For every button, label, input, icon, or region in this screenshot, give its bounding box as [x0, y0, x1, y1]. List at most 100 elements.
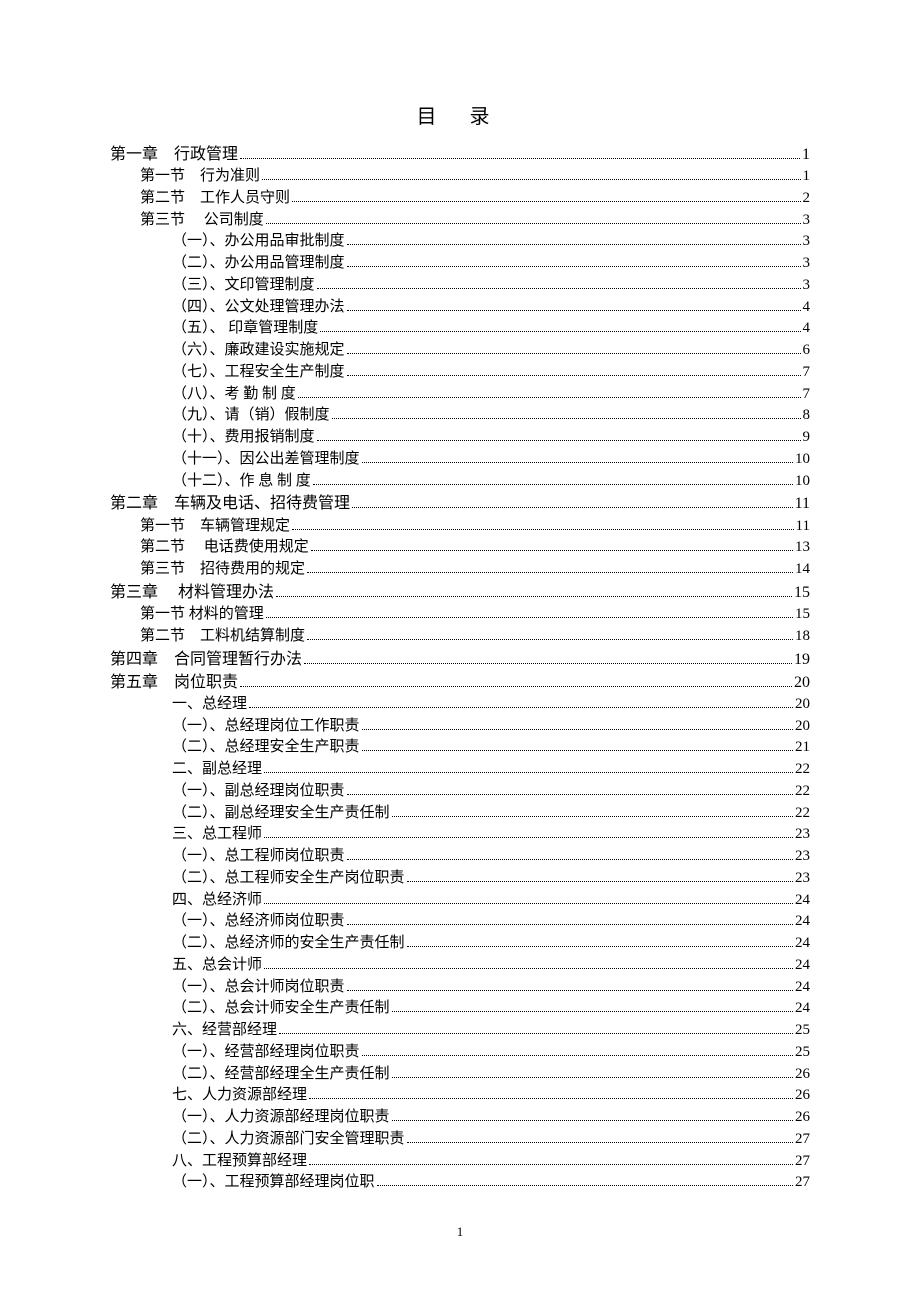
toc-entry: （二）、总经济师的安全生产责任制24: [110, 933, 810, 955]
toc-entry-label: （一）、经营部经理岗位职责: [172, 1042, 360, 1064]
toc-entry-label: 一、总经理: [172, 694, 247, 716]
toc-entry: （五）、 印章管理制度4: [110, 318, 810, 340]
toc-entry-label: （一）、总会计师岗位职责: [172, 977, 345, 999]
toc-entry-label: 二、副总经理: [172, 759, 262, 781]
toc-entry: 第一章 行政管理1: [110, 143, 810, 166]
toc-entry-label: 第四章 合同管理暂行办法: [110, 648, 302, 671]
toc-leader-dots: [264, 761, 793, 773]
toc-entry-label: 第一节 材料的管理: [140, 604, 264, 626]
toc-entry-page: 7: [803, 362, 811, 384]
toc-entry: 第一节 材料的管理15: [110, 604, 810, 626]
toc-entry: （二）、总工程师安全生产岗位职责 23: [110, 868, 810, 890]
toc-entry: 四、总经济师24: [110, 890, 810, 912]
toc-entry: 八、工程预算部经理 27: [110, 1151, 810, 1173]
toc-title: 目 录: [110, 100, 810, 129]
toc-entry-page: 1: [802, 143, 810, 166]
toc-entry: （一）、副总经理岗位职责22: [110, 781, 810, 803]
toc-entry-page: 27: [795, 1129, 810, 1151]
toc-entry-page: 7: [803, 384, 811, 406]
toc-leader-dots: [347, 364, 801, 376]
toc-entry-label: 第五章 岗位职责: [110, 671, 238, 694]
toc-entry: 第三章 材料管理办法15: [110, 581, 810, 604]
toc-entry-label: （十二）、作 息 制 度: [172, 471, 311, 493]
toc-leader-dots: [240, 146, 800, 159]
toc-leader-dots: [362, 739, 793, 751]
toc-leader-dots: [240, 674, 792, 687]
toc-entry-label: （二）、总经济师的安全生产责任制: [172, 933, 405, 955]
toc-entry-label: （二）、经营部经理全生产责任制: [172, 1064, 390, 1086]
toc-leader-dots: [304, 651, 792, 664]
toc-entry: （一）、人力资源部经理岗位职责26: [110, 1107, 810, 1129]
toc-entry-page: 20: [794, 671, 810, 694]
toc-entry-label: （八）、考 勤 制 度: [172, 384, 296, 406]
toc-entry-label: （一）、总经济师岗位职责: [172, 911, 345, 933]
toc-entry-label: 三、总工程师: [172, 824, 262, 846]
toc-leader-dots: [362, 718, 793, 730]
toc-entry-label: （十）、费用报销制度: [172, 427, 315, 449]
toc-entry-label: （二）、总工程师安全生产岗位职责: [172, 868, 405, 890]
toc-entry-label: （七）、工程安全生产制度: [172, 362, 345, 384]
toc-entry-page: 23: [795, 868, 810, 890]
toc-entry-page: 3: [803, 210, 811, 232]
toc-entry-label: 第三节 公司制度: [140, 210, 264, 232]
toc-entry-label: （九）、请（销）假制度: [172, 405, 330, 427]
toc-entry: 第二章 车辆及电话、招待费管理11: [110, 492, 810, 515]
toc-leader-dots: [264, 957, 793, 969]
toc-entry-label: 第二节 电话费使用规定: [140, 537, 309, 559]
toc-entry-page: 20: [795, 716, 810, 738]
toc-entry-page: 24: [795, 977, 810, 999]
toc-leader-dots: [352, 496, 793, 509]
toc-entry-page: 10: [795, 449, 810, 471]
toc-entry: 第四章 合同管理暂行办法19: [110, 648, 810, 671]
toc-entry-page: 27: [795, 1151, 810, 1173]
toc-leader-dots: [317, 429, 801, 441]
toc-entry: （二）、人力资源部门安全管理职责 27: [110, 1129, 810, 1151]
toc-entry: 三、总工程师 23: [110, 824, 810, 846]
toc-entry-page: 24: [795, 955, 810, 977]
toc-entry-page: 6: [803, 340, 811, 362]
toc-entry-page: 3: [803, 253, 811, 275]
toc-leader-dots: [262, 168, 800, 180]
toc-entry: 二、副总经理22: [110, 759, 810, 781]
toc-entry: （三）、文印管理制度3: [110, 275, 810, 297]
toc-entry-label: 四、总经济师: [172, 890, 262, 912]
toc-entry: （二）、经营部经理全生产责任制26: [110, 1064, 810, 1086]
toc-entry: （一）、总经理岗位工作职责20: [110, 716, 810, 738]
toc-entry: （十一）、因公出差管理制度10: [110, 449, 810, 471]
toc-leader-dots: [320, 320, 800, 332]
toc-entry-label: （一）、工程预算部经理岗位职: [172, 1172, 375, 1194]
toc-entry: 第一节 车辆管理规定11: [110, 516, 810, 538]
toc-leader-dots: [407, 935, 793, 947]
toc-entry-label: （二）、总经理安全生产职责: [172, 737, 360, 759]
toc-leader-dots: [311, 539, 793, 551]
toc-entry-label: 第二章 车辆及电话、招待费管理: [110, 492, 350, 515]
toc-entry-label: （三）、文印管理制度: [172, 275, 315, 297]
toc-entry-page: 26: [795, 1107, 810, 1129]
toc-leader-dots: [392, 1000, 793, 1012]
toc-entry-label: 第三章 材料管理办法: [110, 581, 274, 604]
toc-entry: （十二）、作 息 制 度10: [110, 471, 810, 493]
toc-entry: （一）、工程预算部经理岗位职27: [110, 1172, 810, 1194]
toc-entry-label: 第二节 工料机结算制度: [140, 626, 305, 648]
toc-leader-dots: [298, 386, 801, 398]
toc-leader-dots: [313, 473, 793, 485]
toc-entry-label: 第一节 车辆管理规定: [140, 516, 290, 538]
toc-leader-dots: [347, 848, 793, 860]
toc-leader-dots: [292, 518, 794, 530]
toc-leader-dots: [392, 1066, 793, 1078]
toc-leader-dots: [347, 342, 801, 354]
toc-entry-label: （二）、副总经理安全生产责任制: [172, 803, 390, 825]
toc-entry: （二）、总经理安全生产职责21: [110, 737, 810, 759]
page-number: 1: [110, 1224, 810, 1240]
toc-entry: 六、经营部经理25: [110, 1020, 810, 1042]
toc-entry-page: 20: [795, 694, 810, 716]
toc-entry-label: （二）、人力资源部门安全管理职责: [172, 1129, 405, 1151]
toc-entry-page: 23: [795, 824, 810, 846]
toc-entry: （一）、办公用品审批制度3: [110, 231, 810, 253]
toc-entry-page: 9: [803, 427, 811, 449]
toc-entry-label: 八、工程预算部经理: [172, 1151, 307, 1173]
toc-list: 第一章 行政管理1第一节 行为准则1第二节 工作人员守则2第三节 公司制度3（一…: [110, 143, 810, 1194]
toc-leader-dots: [392, 805, 793, 817]
toc-entry-page: 24: [795, 998, 810, 1020]
toc-leader-dots: [292, 190, 800, 202]
